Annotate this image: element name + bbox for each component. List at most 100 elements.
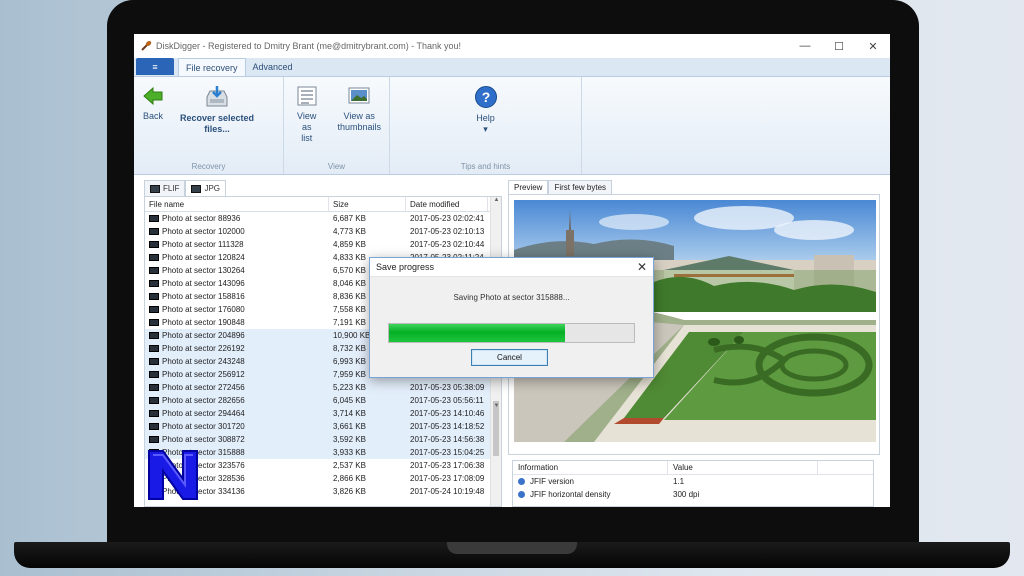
close-button[interactable]: ✕ (856, 34, 890, 58)
file-name-cell: Photo at sector 301720 (145, 420, 329, 433)
table-row[interactable]: Photo at sector 294464 3,714 KB 2017-05-23… (145, 407, 501, 420)
info-label: JFIF horizontal density (530, 490, 611, 499)
info-value: 300 dpi (673, 490, 700, 499)
column-value[interactable]: Value (668, 461, 818, 474)
file-type-tabs: FLIF JPG (144, 180, 502, 196)
table-row[interactable]: Photo at sector 272456 5,223 KB 2017-05-23… (145, 381, 501, 394)
cancel-button[interactable]: Cancel (471, 349, 548, 366)
ribbon-tab-bar: ≡ File recovery Advanced (134, 58, 890, 77)
ribbon-group-tips: ? Help ▾ Tips and hints (390, 77, 582, 174)
file-name: Photo at sector 102000 (162, 227, 245, 236)
table-row[interactable]: Photo at sector 301720 3,661 KB 2017-05-23… (145, 420, 501, 433)
maximize-button[interactable]: ☐ (822, 34, 856, 58)
jpg-file-icon (149, 306, 159, 313)
file-name-cell: Photo at sector 111328 (145, 238, 329, 251)
ribbon: Back Recover selected files... Recovery … (134, 77, 890, 175)
recover-label-line1: Recover selected (180, 113, 255, 123)
column-date-modified[interactable]: Date modified (406, 197, 488, 211)
tab-advanced[interactable]: Advanced (246, 58, 300, 76)
tab-file-recovery[interactable]: File recovery (178, 58, 246, 76)
view-group-label: View (327, 162, 346, 171)
jpg-icon (191, 184, 202, 193)
ribbon-group-recovery: Back Recover selected files... Recovery (134, 77, 284, 174)
scroll-down-icon[interactable]: ▼ (491, 403, 502, 414)
file-name-cell: Photo at sector 88936 (145, 212, 329, 225)
file-name-cell: Photo at sector 158816 (145, 290, 329, 303)
recover-selected-button[interactable]: Recover selected files... (172, 85, 262, 135)
file-size: 5,223 KB (333, 383, 366, 392)
table-row[interactable]: Photo at sector 102000 4,773 KB 2017-05-23… (145, 225, 501, 238)
info-value: 1.1 (673, 477, 685, 486)
file-size: 6,687 KB (333, 214, 366, 223)
shovel-icon (141, 40, 152, 51)
column-file-name[interactable]: File name (145, 197, 329, 211)
tab-jpg-label: JPG (204, 184, 221, 193)
jpg-file-icon (149, 280, 159, 287)
table-row[interactable]: Photo at sector 88936 6,687 KB 2017-05-23 … (145, 212, 501, 225)
jpg-file-icon (149, 358, 159, 365)
file-date: 2017-05-23 05:56:11 (410, 396, 484, 405)
save-disk-icon (206, 86, 228, 107)
jpg-file-icon (149, 215, 159, 222)
file-size: 6,045 KB (333, 396, 366, 405)
ribbon-group-view: View as list View as thumbnails View (284, 77, 390, 174)
table-row[interactable]: Photo at sector 282656 6,045 KB 2017-05-23… (145, 394, 501, 407)
file-size: 2,866 KB (333, 474, 366, 483)
file-name: Photo at sector 111328 (162, 240, 244, 249)
column-size[interactable]: Size (329, 197, 406, 211)
file-name: Photo at sector 226192 (162, 344, 245, 353)
progress-bar-fill (389, 324, 566, 342)
jpg-file-icon (149, 254, 159, 261)
file-date: 2017-05-23 15:04:25 (410, 448, 485, 457)
file-date: 2017-05-24 10:19:48 (410, 487, 485, 496)
column-information[interactable]: Information (513, 461, 668, 474)
jpg-file-icon (149, 371, 159, 378)
file-menu-button[interactable]: ≡ (136, 58, 174, 75)
view-list-line1: View as (297, 111, 317, 132)
help-button[interactable]: ? Help ▾ (466, 85, 506, 135)
jpg-file-icon (149, 228, 159, 235)
dialog-body: Saving Photo at sector 315888... Cancel (370, 276, 653, 377)
thumbnail-view-icon (348, 87, 370, 104)
window-title: DiskDigger - Registered to Dmitry Brant … (156, 41, 462, 51)
menu-icon: ≡ (152, 61, 158, 72)
tips-group-label: Tips and hints (460, 162, 511, 171)
file-name-cell: Photo at sector 190848 (145, 316, 329, 329)
title-bar: DiskDigger - Registered to Dmitry Brant … (134, 34, 890, 58)
tab-flif[interactable]: FLIF (144, 180, 186, 196)
jpg-file-icon (149, 319, 159, 326)
table-row[interactable]: Photo at sector 111328 4,859 KB 2017-05-23… (145, 238, 501, 251)
dialog-title: Save progress (376, 262, 435, 272)
file-date: 2017-05-23 17:06:38 (410, 461, 485, 470)
file-name: Photo at sector 120824 (162, 253, 245, 262)
file-date: 2017-05-23 14:56:38 (410, 435, 485, 444)
tab-first-few-bytes[interactable]: First few bytes (548, 180, 613, 194)
file-name: Photo at sector 243248 (162, 357, 245, 366)
view-as-list-button[interactable]: View as list (284, 85, 329, 144)
tab-preview[interactable]: Preview (508, 180, 549, 194)
table-row[interactable]: Photo at sector 308872 3,592 KB 2017-05-23… (145, 433, 501, 446)
info-table: Information Value JFIF version 1.1 JFIF … (512, 460, 874, 507)
jpg-file-icon (149, 384, 159, 391)
file-name-cell: Photo at sector 282656 (145, 394, 329, 407)
scroll-up-icon[interactable]: ▲ (491, 197, 502, 208)
file-date: 2017-05-23 17:08:09 (410, 474, 485, 483)
jpg-file-icon (149, 293, 159, 300)
back-button[interactable]: Back (134, 85, 172, 122)
info-row: JFIF version 1.1 (513, 475, 873, 488)
laptop-notch (447, 542, 577, 554)
jpg-file-icon (149, 267, 159, 274)
file-size: 4,859 KB (333, 240, 366, 249)
file-name: Photo at sector 158816 (162, 292, 245, 301)
back-arrow-icon (143, 86, 163, 106)
info-bullet-icon (518, 491, 525, 498)
file-size: 3,714 KB (333, 409, 366, 418)
list-view-icon (297, 86, 317, 106)
recovery-group-label: Recovery (191, 162, 226, 171)
view-as-thumbnails-button[interactable]: View as thumbnails (329, 85, 389, 133)
minimize-button[interactable]: — (788, 34, 822, 58)
tab-jpg[interactable]: JPG (185, 180, 227, 196)
file-name: Photo at sector 301720 (162, 422, 245, 431)
dialog-close-icon[interactable]: ✕ (631, 260, 653, 274)
svg-text:?: ? (481, 89, 490, 105)
